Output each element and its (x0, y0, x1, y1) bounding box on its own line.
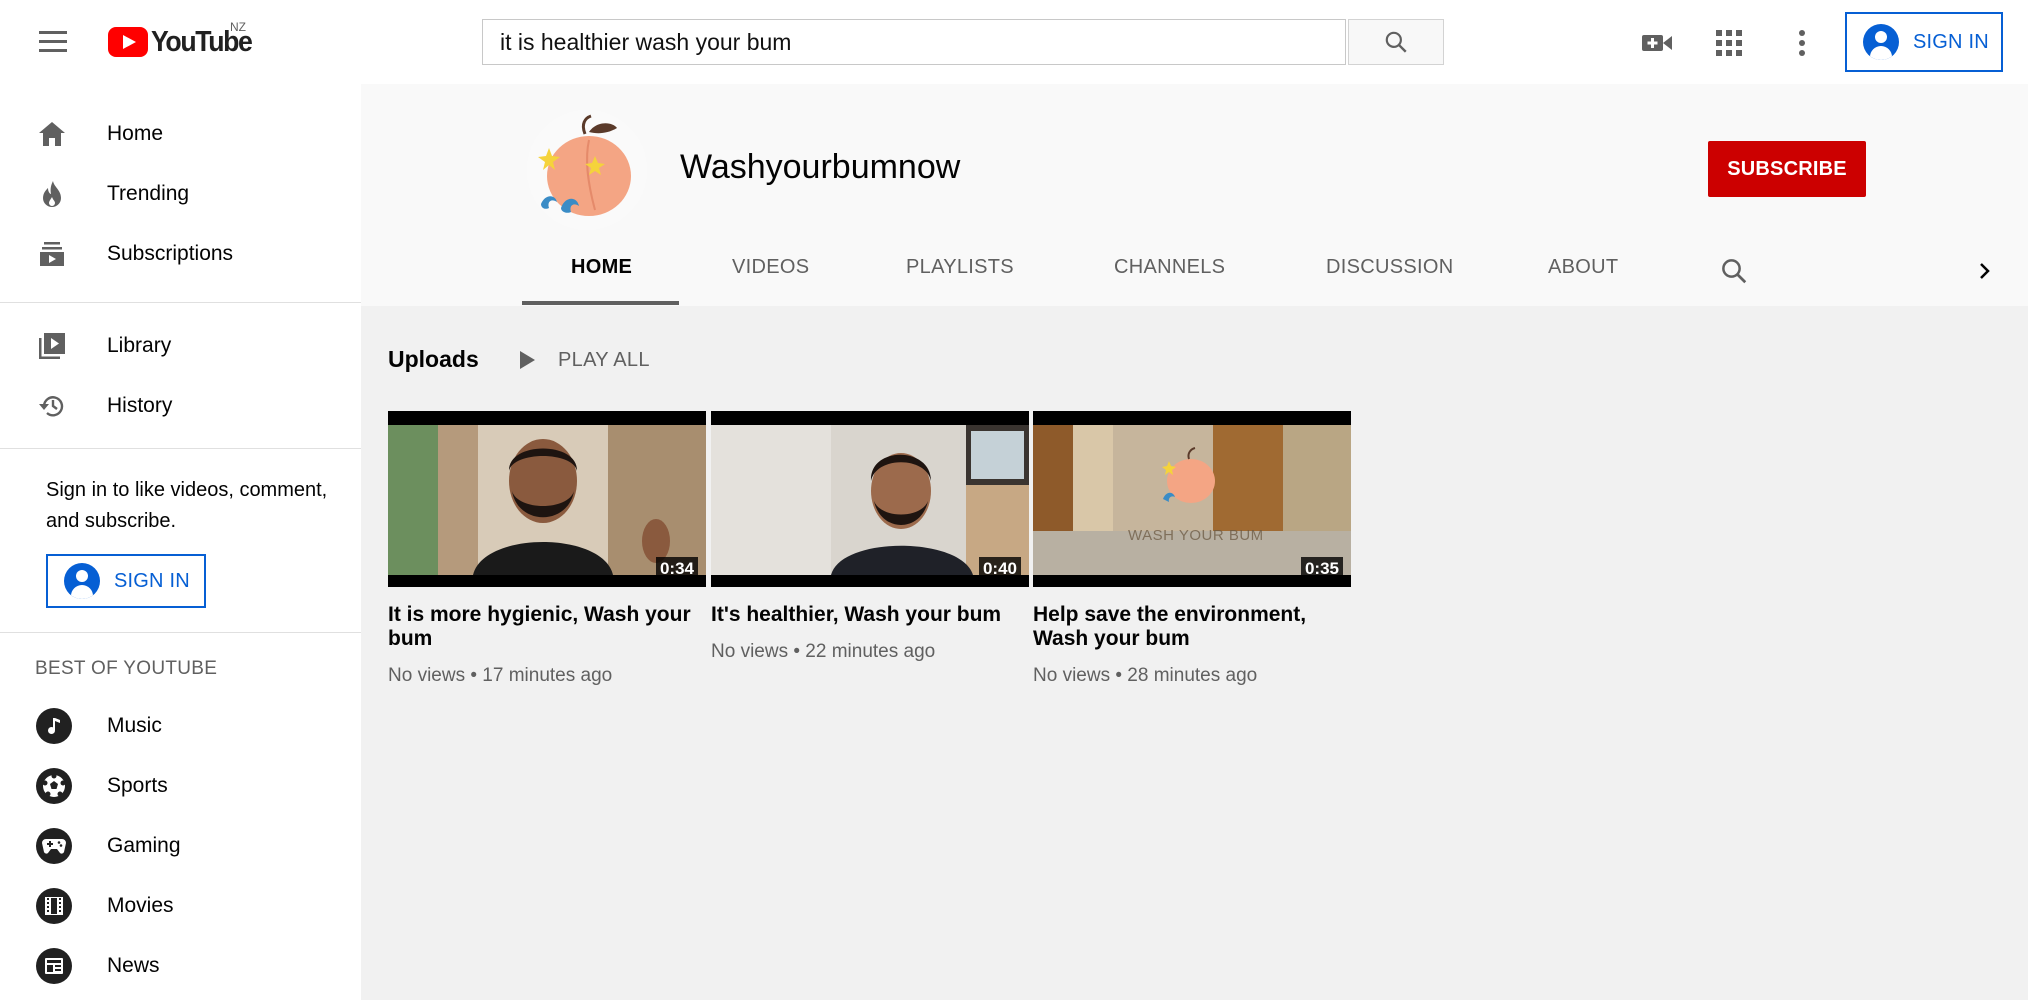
video-title[interactable]: Help save the environment, Wash your bum (1033, 603, 1351, 651)
video-thumbnail[interactable]: 0:34 (388, 411, 706, 587)
more-options-icon[interactable] (1783, 24, 1821, 62)
search-button[interactable] (1348, 19, 1444, 65)
sidebar-item-movies[interactable]: Movies (0, 878, 361, 934)
channel-search-icon[interactable] (1719, 256, 1751, 288)
sidebar-item-trending[interactable]: Trending (0, 166, 361, 222)
search-input[interactable] (483, 20, 1345, 64)
sidebar-item-label: News (107, 954, 160, 977)
peach-logo-icon (538, 114, 631, 216)
sidebar-item-label: Subscriptions (107, 242, 234, 265)
channel-avatar[interactable] (527, 110, 647, 230)
meta-separator: • (470, 665, 483, 686)
uploads-heading: Uploads (388, 346, 479, 372)
music-icon (36, 708, 72, 744)
video-views: No views (711, 641, 789, 662)
sidebar-divider (0, 632, 361, 633)
sidebar-item-news[interactable]: News (0, 938, 361, 994)
active-tab-indicator (522, 301, 679, 305)
tab-home[interactable]: HOME (571, 256, 632, 279)
sidebar-divider (0, 302, 361, 303)
movies-icon (36, 888, 72, 924)
play-icon (520, 351, 535, 369)
sidebar-sign-in-button[interactable]: SIGN IN (46, 554, 206, 608)
history-icon (36, 390, 68, 422)
top-bar: YouTube NZ SIGN IN (0, 0, 2028, 84)
account-icon (1863, 24, 1899, 60)
youtube-logo[interactable]: YouTube NZ (108, 20, 260, 60)
tab-playlists[interactable]: PLAYLISTS (906, 256, 1014, 279)
tab-videos[interactable]: VIDEOS (732, 256, 809, 279)
sign-in-button[interactable]: SIGN IN (1845, 12, 2003, 72)
video-card[interactable]: WASH YOUR BUM 0:35 Help save the environ… (1033, 411, 1351, 687)
search-icon (1385, 31, 1407, 53)
create-video-icon[interactable] (1638, 24, 1676, 62)
region-label: NZ (230, 20, 246, 34)
meta-separator: • (1115, 665, 1128, 686)
sidebar-item-label: History (107, 394, 173, 417)
video-meta: No views • 22 minutes ago (711, 641, 1029, 663)
video-duration: 0:40 (978, 557, 1021, 581)
subscriptions-icon (36, 238, 68, 270)
video-duration: 0:35 (1300, 557, 1343, 581)
video-thumbnail[interactable]: WASH YOUR BUM 0:35 (1033, 411, 1351, 587)
meta-separator: • (793, 641, 806, 662)
video-thumbnail[interactable]: 0:40 (711, 411, 1029, 587)
video-meta: No views • 28 minutes ago (1033, 665, 1351, 687)
sidebar-item-subscriptions[interactable]: Subscriptions (0, 226, 361, 282)
sidebar-item-label: Library (107, 334, 172, 357)
flame-icon (36, 178, 68, 210)
apps-grid-icon[interactable] (1710, 24, 1748, 62)
youtube-play-icon (108, 27, 148, 57)
subscribe-button[interactable]: SUBSCRIBE (1708, 141, 1866, 197)
tab-discussion[interactable]: DISCUSSION (1326, 256, 1453, 279)
library-icon (36, 330, 68, 362)
video-title[interactable]: It's healthier, Wash your bum (711, 603, 1029, 627)
sidebar-item-gaming[interactable]: Gaming (0, 818, 361, 874)
tab-about[interactable]: ABOUT (1548, 256, 1618, 279)
sidebar-item-label: Home (107, 122, 164, 145)
sidebar-item-label: Music (107, 714, 162, 737)
video-age: 17 minutes ago (482, 665, 613, 686)
sidebar-item-label: Gaming (107, 834, 181, 857)
thumbnail-watermark-text: WASH YOUR BUM (1128, 527, 1264, 544)
gaming-icon (36, 828, 72, 864)
sidebar-item-label: Trending (107, 182, 190, 205)
video-views: No views (1033, 665, 1111, 686)
account-icon (64, 563, 100, 599)
video-views: No views (388, 665, 466, 686)
sign-in-label: SIGN IN (1913, 30, 1989, 53)
play-all-button[interactable]: PLAY ALL (520, 345, 650, 375)
video-meta: No views • 17 minutes ago (388, 665, 706, 687)
video-card[interactable]: 0:40 It's healthier, Wash your bum No vi… (711, 411, 1029, 663)
tab-channels[interactable]: CHANNELS (1114, 256, 1225, 279)
sign-in-label: SIGN IN (114, 569, 190, 592)
sidebar-item-sports[interactable]: Sports (0, 758, 361, 814)
sidebar-item-label: Movies (107, 894, 174, 917)
video-title[interactable]: It is more hygienic, Wash your bum (388, 603, 706, 651)
channel-name: Washyourbumnow (680, 148, 961, 186)
video-age: 22 minutes ago (805, 641, 936, 662)
video-age: 28 minutes ago (1127, 665, 1258, 686)
sports-icon (36, 768, 72, 804)
search-box (482, 19, 1346, 65)
menu-icon[interactable] (34, 22, 72, 60)
sidebar-item-music[interactable]: Music (0, 698, 361, 754)
chevron-right-icon[interactable] (1975, 258, 1995, 284)
sign-in-promo-text: Sign in to like videos, comment, and sub… (46, 479, 328, 532)
best-of-youtube-heading: BEST OF YOUTUBE (35, 658, 218, 679)
sidebar-item-label: Sports (107, 774, 168, 797)
sidebar-item-history[interactable]: History (0, 378, 361, 434)
home-icon (36, 118, 68, 150)
news-icon (36, 948, 72, 984)
play-all-label: PLAY ALL (558, 348, 650, 371)
sidebar-item-library[interactable]: Library (0, 318, 361, 374)
video-duration: 0:34 (655, 557, 698, 581)
sidebar-divider (0, 448, 361, 449)
sidebar-item-home[interactable]: Home (0, 106, 361, 162)
video-card[interactable]: 0:34 It is more hygienic, Wash your bum … (388, 411, 706, 687)
